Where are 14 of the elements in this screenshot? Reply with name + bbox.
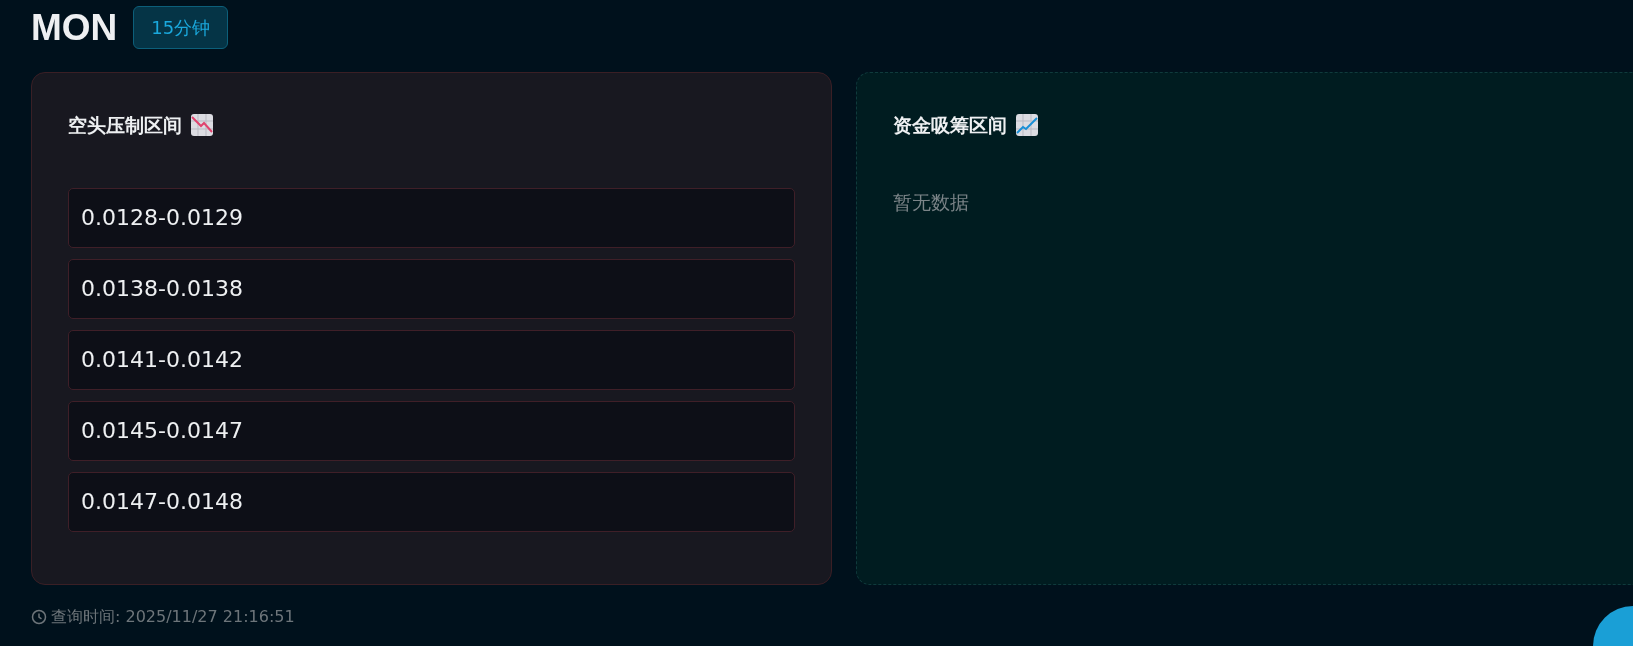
- chart-decreasing-icon: [190, 113, 214, 138]
- symbol-title: MON: [31, 9, 118, 46]
- query-time: 查询时间: 2025/11/27 21:16:51: [51, 606, 295, 628]
- price-range: 0.0145-0.0147: [68, 400, 795, 461]
- price-range: 0.0128-0.0129: [68, 187, 795, 248]
- empty-message: 暂无数据: [893, 189, 970, 215]
- panel-title: 资金吸筹区间: [893, 113, 1007, 138]
- chart-increasing-icon: [1015, 113, 1039, 138]
- price-range: 0.0138-0.0138: [68, 258, 795, 319]
- price-range: 0.0141-0.0142: [68, 329, 795, 390]
- timeframe-tag: 15分钟: [133, 6, 229, 49]
- panel-title: 空头压制区间: [68, 113, 182, 138]
- clock-icon: [31, 609, 47, 625]
- price-range: 0.0147-0.0148: [68, 471, 795, 532]
